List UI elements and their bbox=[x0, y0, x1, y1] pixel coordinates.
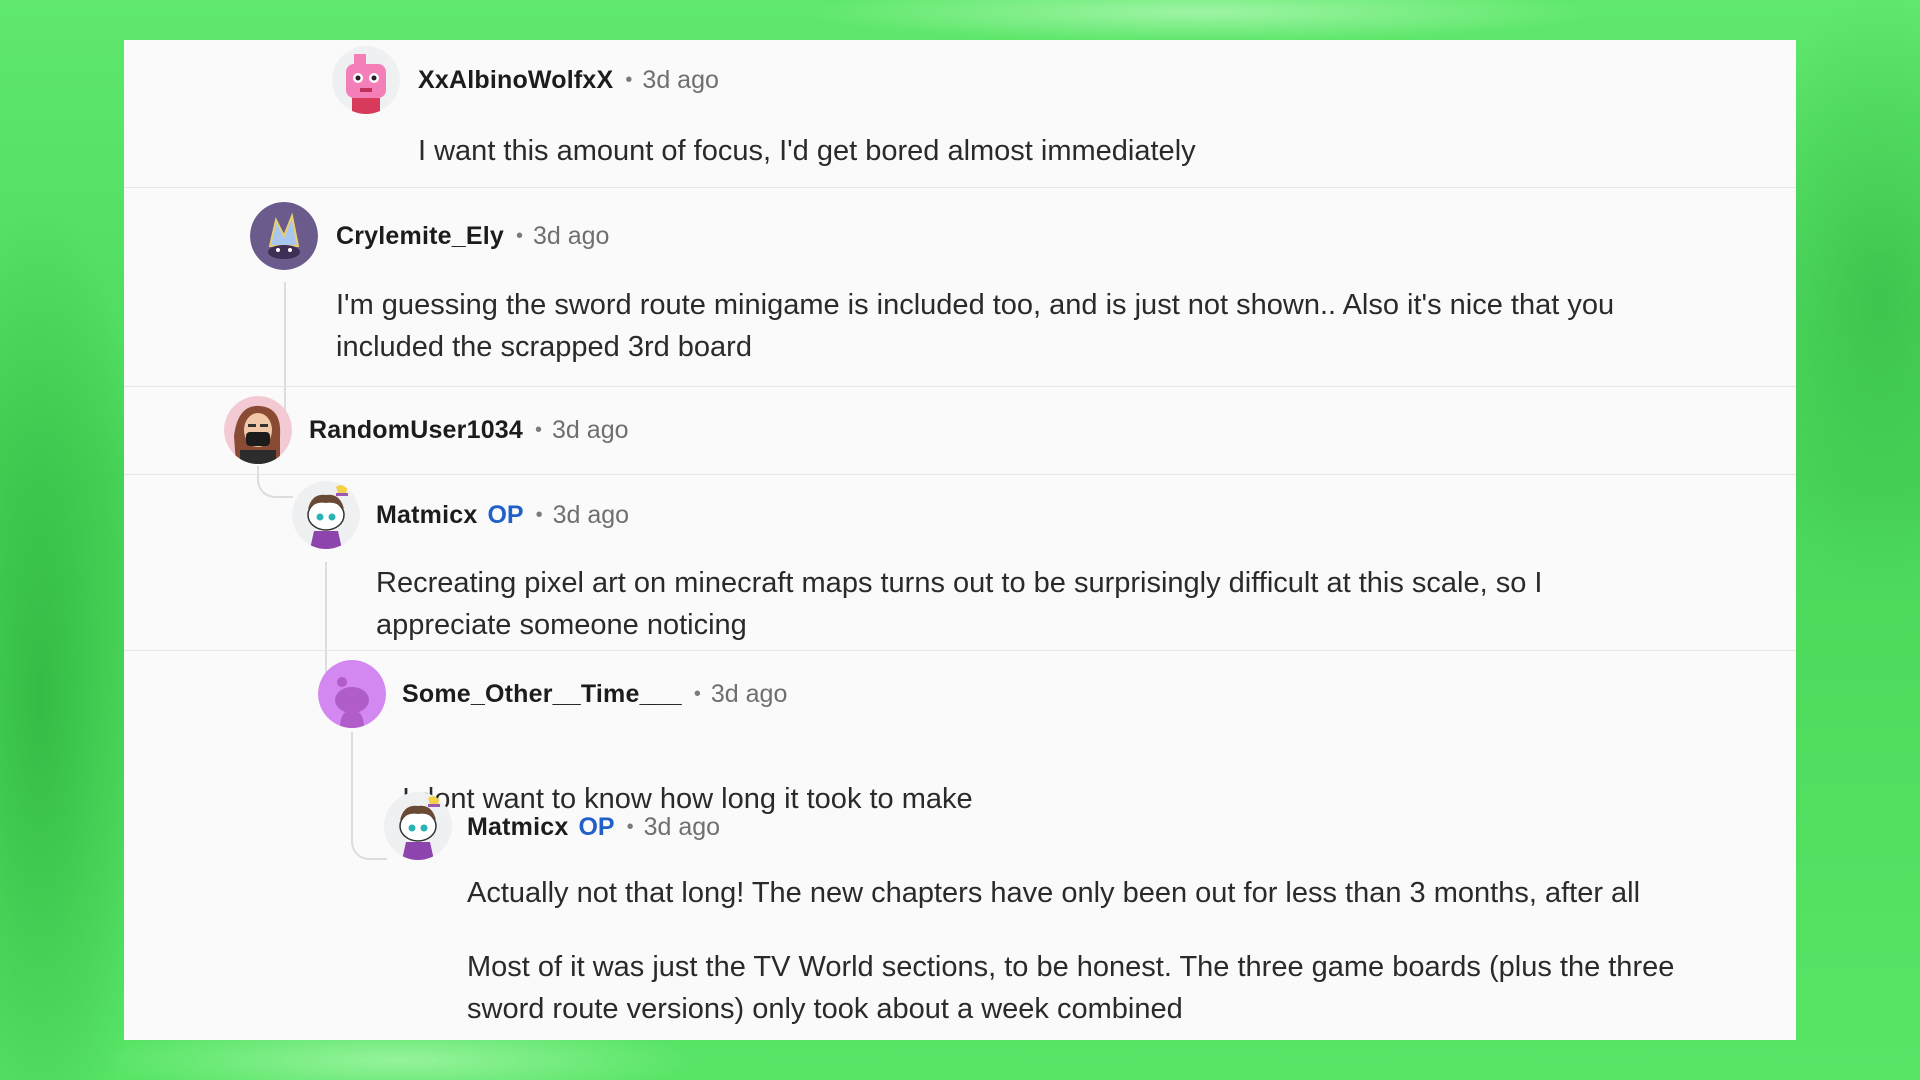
thread-connector[interactable] bbox=[351, 732, 387, 860]
comment-body-line: included the scrapped 3rd board bbox=[336, 331, 752, 363]
op-badge: OP bbox=[578, 812, 615, 841]
pink-robot-avatar-icon[interactable] bbox=[332, 46, 400, 114]
separator-dot: • bbox=[625, 68, 633, 91]
comment-body-line: Most of it was just the TV World section… bbox=[467, 951, 1675, 983]
separator-dot: • bbox=[535, 503, 543, 526]
purple-crystal-avatar-icon[interactable] bbox=[250, 202, 318, 270]
comment-body-line: Recreating pixel art on minecraft maps t… bbox=[376, 567, 1543, 599]
comment-timestamp[interactable]: 3d ago bbox=[533, 222, 609, 251]
comment-timestamp[interactable]: 3d ago bbox=[711, 680, 787, 709]
snoo-avatar-icon[interactable] bbox=[292, 481, 360, 549]
comment-body-line: sword route versions) only took about a … bbox=[467, 993, 1183, 1025]
thread-connector[interactable] bbox=[257, 466, 293, 498]
comment-timestamp[interactable]: 3d ago bbox=[553, 501, 629, 530]
comment-author[interactable]: RandomUser1034 bbox=[309, 416, 523, 445]
comment-thread-card: XxAlbinoWolfxX • 3d ago I want this amou… bbox=[124, 40, 1796, 1040]
default-snoo-avatar-icon[interactable] bbox=[318, 660, 386, 728]
thread-line[interactable] bbox=[325, 562, 327, 688]
comment-author[interactable]: Matmicx bbox=[467, 813, 568, 842]
comment-body-paragraph: Most of it was just the TV World section… bbox=[467, 946, 1767, 1030]
separator-dot: • bbox=[693, 682, 701, 705]
divider bbox=[124, 187, 1796, 188]
divider bbox=[124, 386, 1796, 387]
comment-body: I'm guessing the sword route minigame is… bbox=[336, 284, 1776, 368]
thread-line[interactable] bbox=[284, 282, 286, 424]
comment-author[interactable]: Crylemite_Ely bbox=[336, 222, 504, 251]
comment-body-line: appreciate someone noticing bbox=[376, 609, 747, 641]
comment-author[interactable]: Some_Other__Time___ bbox=[402, 680, 682, 709]
separator-dot: • bbox=[515, 224, 523, 247]
separator-dot: • bbox=[626, 815, 634, 838]
divider bbox=[124, 650, 1796, 651]
comment-body-line: I'm guessing the sword route minigame is… bbox=[336, 289, 1615, 321]
masked-person-avatar-icon[interactable] bbox=[224, 396, 292, 464]
separator-dot: • bbox=[535, 418, 543, 441]
comment-body: Recreating pixel art on minecraft maps t… bbox=[376, 562, 1776, 646]
divider bbox=[124, 474, 1796, 475]
comment-author[interactable]: Matmicx bbox=[376, 501, 477, 530]
comment-timestamp[interactable]: 3d ago bbox=[552, 416, 628, 445]
snoo-avatar-icon[interactable] bbox=[384, 792, 452, 860]
comment-body-paragraph: Actually not that long! The new chapters… bbox=[467, 877, 1641, 909]
comment-author[interactable]: XxAlbinoWolfxX bbox=[418, 66, 613, 95]
comment-body: I want this amount of focus, I'd get bor… bbox=[418, 135, 1196, 167]
op-badge: OP bbox=[487, 500, 524, 529]
comment-timestamp[interactable]: 3d ago bbox=[642, 66, 718, 95]
comment-timestamp[interactable]: 3d ago bbox=[644, 813, 720, 842]
